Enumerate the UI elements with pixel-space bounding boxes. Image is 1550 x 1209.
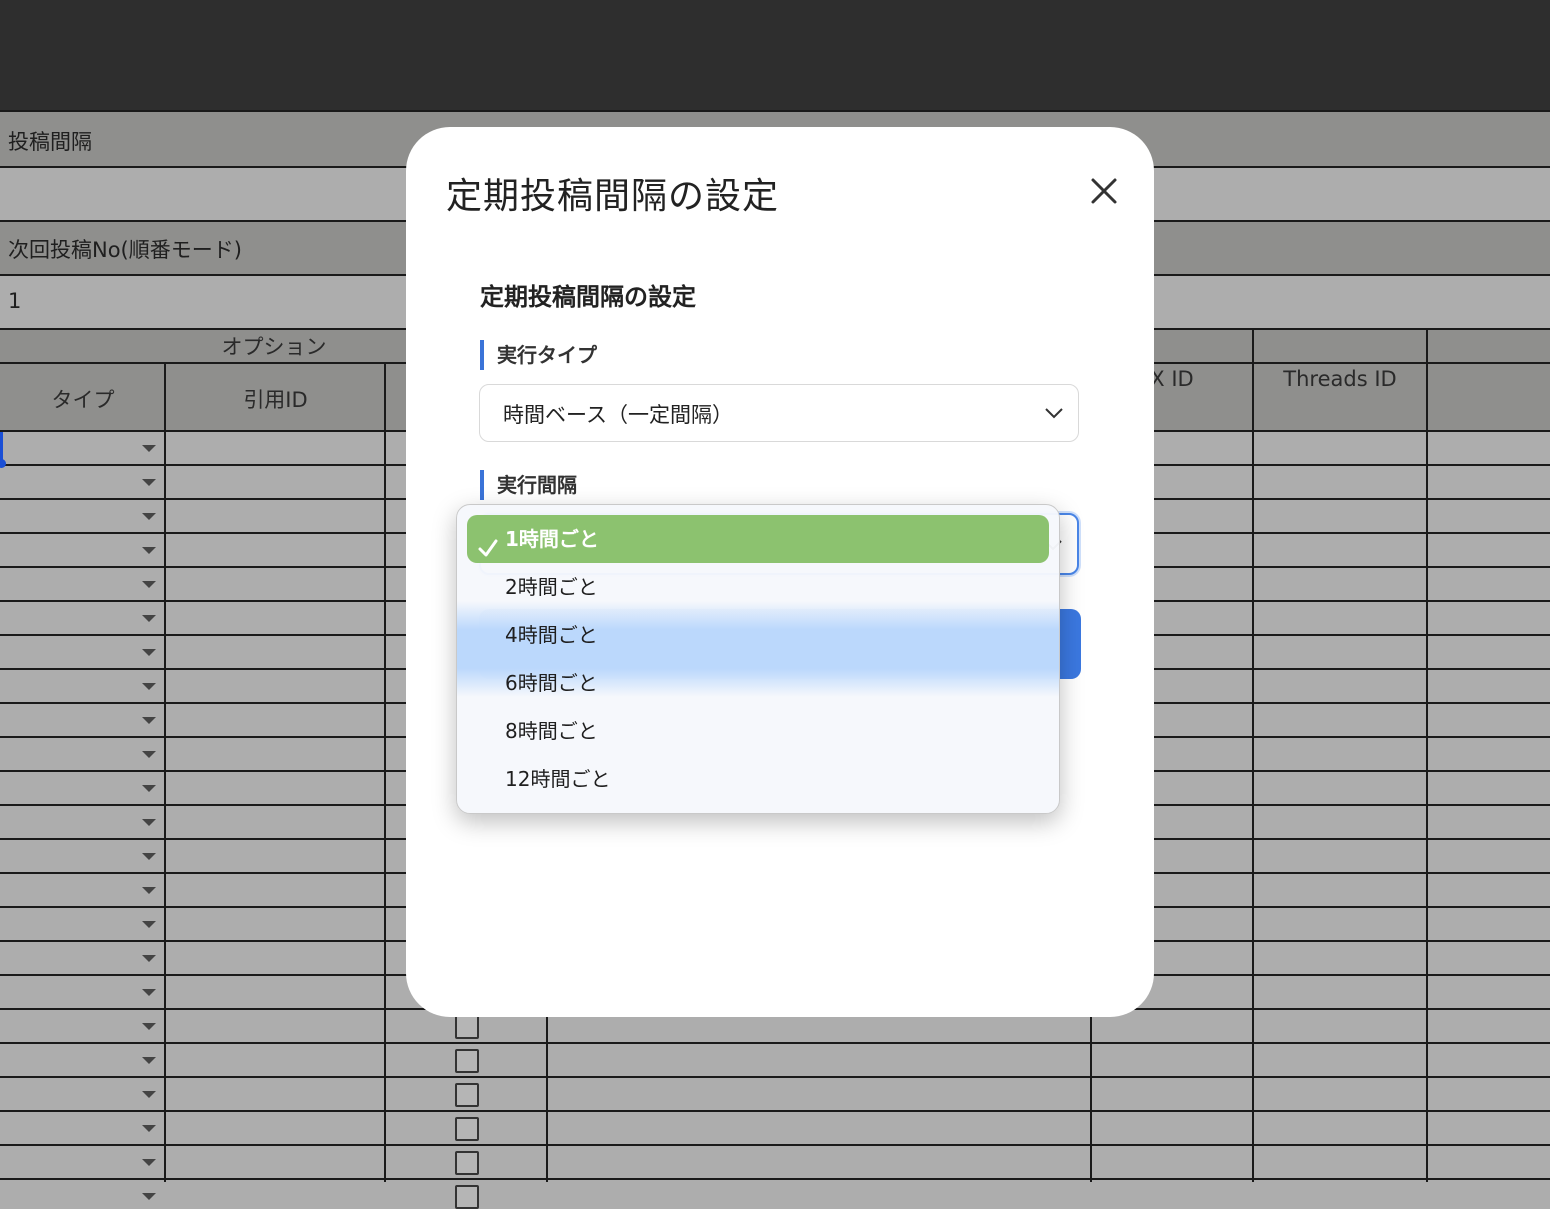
row-checkbox[interactable] (455, 1083, 479, 1107)
grid-line (1426, 328, 1428, 1182)
interval-dropdown: 1時間ごと 2時間ごと 4時間ごと 6時間ごと 8時間ごと 12時間ごと (456, 504, 1060, 814)
grid-line (0, 1178, 1550, 1180)
run-type-value: 時間ベース（一定間隔） (503, 403, 733, 427)
type-dropdown-arrow-icon[interactable] (142, 445, 156, 452)
next-post-value[interactable]: 1 (8, 289, 21, 313)
interval-label: 実行間隔 (480, 470, 577, 500)
header-threads-id: Threads ID (1283, 367, 1397, 391)
type-dropdown-arrow-icon[interactable] (142, 1091, 156, 1098)
grid-line (0, 110, 1550, 112)
type-dropdown-arrow-icon[interactable] (142, 683, 156, 690)
type-dropdown-arrow-icon[interactable] (142, 479, 156, 486)
interval-option-label: 2時間ごと (505, 575, 598, 599)
interval-option[interactable]: 2時間ごと (467, 563, 1049, 611)
type-dropdown-arrow-icon[interactable] (142, 1193, 156, 1200)
top-bar (0, 0, 1550, 110)
row-checkbox[interactable] (455, 1015, 479, 1039)
header-type: タイプ (51, 388, 115, 412)
type-dropdown-arrow-icon[interactable] (142, 581, 156, 588)
interval-option-label: 12時間ごと (505, 767, 611, 791)
row-checkbox[interactable] (455, 1117, 479, 1141)
interval-option-label: 6時間ごと (505, 671, 598, 695)
modal-title: 定期投稿間隔の設定 (446, 176, 780, 217)
type-dropdown-arrow-icon[interactable] (142, 1125, 156, 1132)
interval-option-label: 1時間ごと (505, 527, 599, 551)
interval-option[interactable]: 8時間ごと (467, 707, 1049, 755)
header-quote-id: 引用ID (243, 388, 308, 412)
interval-option-label: 8時間ごと (505, 719, 598, 743)
type-dropdown-arrow-icon[interactable] (142, 853, 156, 860)
grid-line (0, 1144, 1550, 1146)
type-dropdown-arrow-icon[interactable] (142, 1159, 156, 1166)
type-dropdown-arrow-icon[interactable] (142, 615, 156, 622)
type-dropdown-arrow-icon[interactable] (142, 547, 156, 554)
type-dropdown-arrow-icon[interactable] (142, 649, 156, 656)
interval-option[interactable]: 1時間ごと (467, 515, 1049, 563)
row-checkbox[interactable] (455, 1049, 479, 1073)
row-label-next-post: 次回投稿No(順番モード) (8, 238, 242, 262)
row-label-interval: 投稿間隔 (8, 130, 92, 154)
grid-line (0, 1110, 1550, 1112)
row-checkbox[interactable] (455, 1151, 479, 1175)
run-type-select[interactable]: 時間ベース（一定間隔） (479, 384, 1079, 442)
grid-line (0, 1042, 1550, 1044)
grid-line (1252, 328, 1254, 1182)
type-dropdown-arrow-icon[interactable] (142, 989, 156, 996)
type-dropdown-arrow-icon[interactable] (142, 955, 156, 962)
type-dropdown-arrow-icon[interactable] (142, 751, 156, 758)
interval-option[interactable]: 6時間ごと (467, 659, 1049, 707)
row-checkbox[interactable] (455, 1185, 479, 1209)
card-title: 定期投稿間隔の設定 (480, 283, 696, 311)
interval-option[interactable]: 4時間ごと (467, 611, 1049, 659)
interval-option[interactable]: 12時間ごと (467, 755, 1049, 803)
type-dropdown-arrow-icon[interactable] (142, 887, 156, 894)
type-dropdown-arrow-icon[interactable] (142, 819, 156, 826)
run-type-label: 実行タイプ (480, 340, 597, 370)
type-dropdown-arrow-icon[interactable] (142, 1057, 156, 1064)
type-dropdown-arrow-icon[interactable] (142, 1023, 156, 1030)
type-dropdown-arrow-icon[interactable] (142, 513, 156, 520)
chevron-down-icon (1044, 405, 1064, 424)
type-dropdown-arrow-icon[interactable] (142, 785, 156, 792)
interval-option-label: 4時間ごと (505, 623, 598, 647)
type-dropdown-arrow-icon[interactable] (142, 717, 156, 724)
close-icon[interactable] (1086, 173, 1122, 209)
type-dropdown-arrow-icon[interactable] (142, 921, 156, 928)
grid-line (384, 362, 386, 1182)
grid-line (164, 362, 166, 1182)
grid-line (0, 1076, 1550, 1078)
